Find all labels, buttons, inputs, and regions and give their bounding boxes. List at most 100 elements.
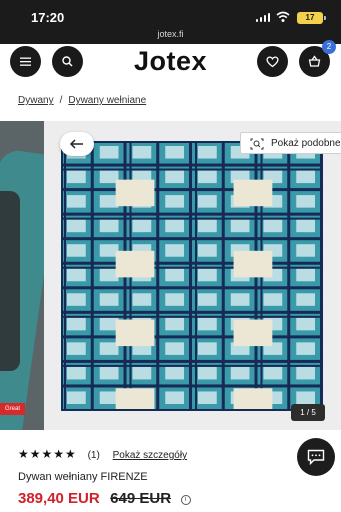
rug-tile [165,293,184,306]
price-row: 389,40 EUR 649 EUR i [18,490,191,508]
rug-tile [67,268,86,282]
cart-count-badge: 2 [322,40,336,54]
rug-stripe [61,188,323,192]
rug-tile [296,170,315,184]
rug-tile [296,195,315,208]
rug-tile [165,268,184,282]
rug-tile [67,219,86,233]
chat-icon [307,449,325,465]
rug-stripe [61,359,323,363]
rug-tile [198,146,217,159]
rug-tile [263,293,283,306]
wifi-icon [276,11,290,22]
rug-tile [296,293,315,306]
rug-tile [132,366,152,380]
rug-stripe [61,217,323,220]
rug-stripe [156,141,160,411]
rug-tile [165,195,184,208]
current-price: 389,40 EUR [18,490,100,507]
rug-tile [67,293,86,306]
product-gallery[interactable]: Great Pokaż podobne [0,121,341,430]
rug-stripe [61,261,323,265]
url-bar[interactable]: jotex.fi [0,29,341,39]
rug-stripe [221,141,225,411]
rug-stripe [287,141,291,411]
rating-stars: ★★★★★ [18,447,77,461]
rug-accent [115,179,155,207]
rug-tile [198,342,217,355]
rug-stripe [61,364,323,367]
original-price: 649 EUR [110,490,172,507]
signal-icon [256,13,270,22]
breadcrumb-separator: / [59,95,63,106]
rug-accent [233,388,273,411]
breadcrumb-link-wool-rugs[interactable]: Dywany wełniane [68,95,146,106]
battery-icon: 17 [297,12,326,24]
rating-count: (1) [87,450,100,461]
product-title: Dywan wełniany FIRENZE [18,471,148,483]
rug-tile [165,366,184,380]
rug-stripe [61,384,323,388]
rug-tile [198,366,217,380]
rug-tile [296,268,315,282]
wishlist-button[interactable] [257,46,288,77]
rug-stripe [61,237,323,241]
rug-tile [67,366,86,380]
rug-stripe [189,141,192,411]
site-logo[interactable]: Jotex [0,46,341,77]
rug-stripe [61,315,323,318]
breadcrumb: Dywany / Dywany wełniane [18,95,146,106]
rug-tile [230,219,250,233]
gallery-back-button[interactable] [60,132,94,156]
rug-tile [296,244,315,257]
price-info-icon[interactable]: i [180,495,191,505]
rug-stripe [61,168,323,171]
rug-stripe [90,141,94,411]
rug-tile [67,244,86,257]
visual-search-icon [250,138,264,150]
rug-tile [67,317,86,331]
rug-accent [233,179,273,207]
show-details-link[interactable]: Pokaż szczegóły [113,450,187,461]
product-badge: Great [0,403,26,415]
rug-tile [198,391,217,404]
rug-stripe [61,335,323,339]
rug-tile [132,219,152,233]
previous-product-image[interactable]: Great [0,121,44,430]
rug-tile [99,293,119,306]
rug-tile [296,342,315,355]
chat-button[interactable] [297,438,335,476]
rug-tile [296,366,315,380]
status-time: 17:20 [31,10,65,25]
site-header: Jotex [0,44,341,80]
rug-tile [263,219,283,233]
rug-tile [198,293,217,306]
rug-tile [165,244,184,257]
rug-tile [67,391,86,404]
rug-accent [233,319,273,347]
rug-tile [165,146,184,159]
rug-tile [67,195,86,208]
rug-tile [198,219,217,233]
main-product-image[interactable]: Pokaż podobne [44,121,341,430]
rug-tile [230,293,250,306]
rug-tile [165,170,184,184]
rug-tile [99,219,119,233]
rug-tile [165,219,184,233]
rug-accent [115,388,155,411]
rug-tile [67,342,86,355]
rug-tile [165,391,184,404]
rug-tile [198,195,217,208]
breadcrumb-link-rugs[interactable]: Dywany [18,95,54,106]
rug-tile [198,317,217,331]
image-counter: 1 / 5 [291,404,325,421]
show-similar-button[interactable]: Pokaż podobne [240,132,341,154]
rug-accent [115,319,155,347]
rug-image [61,141,323,411]
rug-stripe [61,266,323,269]
rug-tile [99,146,119,159]
rug-stripe [61,286,323,290]
rug-tile [296,219,315,233]
rug-tile [99,366,119,380]
rug-stripe [61,163,323,167]
